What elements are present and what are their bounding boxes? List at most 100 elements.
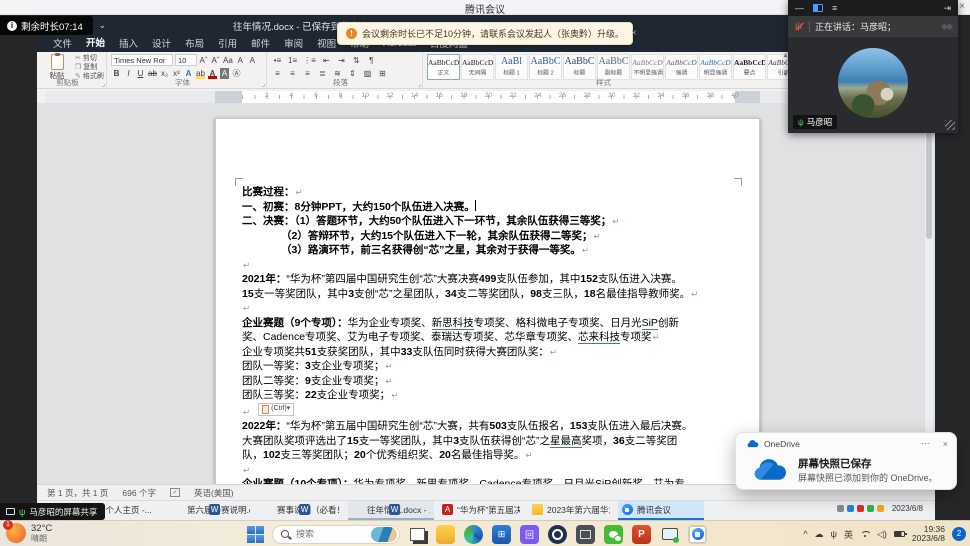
font-name-select[interactable]: Times New Ror: [111, 54, 173, 66]
minimize-icon[interactable]: —: [795, 0, 804, 16]
phonetic-guide-button[interactable]: A: [236, 55, 245, 66]
ribbon-tab-4[interactable]: 布局: [179, 34, 210, 53]
presenter-tray-icon[interactable]: [837, 505, 844, 512]
proofing-icon[interactable]: ✓: [170, 488, 180, 497]
hidden-icons-chevron[interactable]: ^: [803, 529, 807, 539]
presenter-taskbar-item-2[interactable]: W赛事说明（必看！...: [258, 501, 344, 520]
purple-taskbar-icon[interactable]: 回: [520, 525, 539, 544]
paragraph-dialog-launcher[interactable]: ⌟: [418, 80, 421, 88]
ribbon-tab-5[interactable]: 引用: [212, 34, 243, 53]
weather-widget[interactable]: 1 32°C 晴朗: [6, 523, 52, 543]
presenter-taskbar-item-6[interactable]: 腾讯会议: [618, 501, 704, 520]
document-text[interactable]: 比赛过程：↵一、初赛：8分钟PPT，大约150个队伍进入决赛。二、决赛：（1）答…: [242, 185, 739, 484]
grow-font-button[interactable]: Aˆ: [199, 55, 208, 66]
presenter-taskbar-item-5[interactable]: 2023年第六届华为...: [528, 501, 614, 520]
folder-icon: [532, 504, 543, 515]
ribbon-tab-2[interactable]: 插入: [113, 34, 144, 53]
qat-dropdown-icon[interactable]: ⌄: [99, 18, 107, 32]
layout-icon[interactable]: [813, 4, 823, 12]
input-language[interactable]: 英: [844, 528, 853, 541]
wifi-icon[interactable]: [860, 531, 870, 538]
ruler-number: 20: [485, 92, 492, 99]
mic-tray-icon[interactable]: ψ: [831, 529, 837, 539]
presenter-tray-icon[interactable]: [857, 505, 864, 512]
increase-indent-button[interactable]: ⇥: [337, 55, 346, 66]
banner-close-icon[interactable]: ×: [631, 28, 637, 39]
speaking-label: 正在讲话：马彦昭；: [815, 20, 896, 33]
system-tray: ^ ☁ ψ 英 ◁) 19:36 2023/6/8 2: [803, 521, 966, 546]
onedrive-toast[interactable]: OneDrive ⋯ × 屏幕快照已保存 屏幕快照已添加到你的 OneDrive…: [735, 432, 957, 490]
search-box[interactable]: [272, 525, 400, 544]
pilcrow-mark: ↵: [594, 231, 601, 241]
presenter-taskbar-item-1[interactable]: W第六届参赛说明.do...: [168, 501, 254, 520]
doc-line-2: 二、决赛：（1）答题环节，大约50个队伍进入下一环节，其余队伍获得三等奖；↵: [242, 214, 739, 229]
ribbon-tab-1[interactable]: 开始: [80, 33, 111, 54]
presenter-tray-icon[interactable]: [847, 505, 854, 512]
doc-line-13: 团队二等奖：9支企业专项奖；↵: [242, 374, 739, 389]
capture-taskbar-icon[interactable]: [576, 525, 595, 544]
toast-close-icon[interactable]: ×: [943, 439, 948, 449]
taskbar: 1 32°C 晴朗 ⊞回P ^ ☁ ψ 英 ◁) 19:36: [0, 520, 970, 546]
doc-line-8: ↵: [242, 301, 739, 316]
volume-icon[interactable]: ◁): [877, 529, 887, 540]
presenter-taskbar-item-3[interactable]: W往年情况.docx - ...: [348, 501, 434, 520]
show-marks-button[interactable]: ¶: [367, 55, 376, 66]
toast-more-icon[interactable]: ⋯: [921, 438, 930, 449]
font-size-select[interactable]: 10: [175, 54, 197, 66]
clock[interactable]: 19:36 2023/6/8: [912, 525, 945, 543]
ribbon-tab-6[interactable]: 邮件: [245, 34, 276, 53]
ribbon-tab-3[interactable]: 设计: [146, 34, 177, 53]
clipboard-dialog-launcher[interactable]: ⌟: [102, 80, 105, 88]
wechat-taskbar-icon[interactable]: [604, 525, 623, 544]
page-indicator[interactable]: 第 1 页，共 1 页: [47, 487, 108, 499]
font-dialog-launcher[interactable]: ⌟: [262, 80, 265, 88]
clipboard-剪切[interactable]: ✂剪切: [75, 54, 104, 63]
participant-video[interactable]: ψ 马彦昭: [788, 37, 958, 133]
font-group-label: 字体: [107, 77, 258, 88]
presenter-tray-icon[interactable]: [867, 505, 874, 512]
language-indicator[interactable]: 英语(美国): [194, 487, 234, 499]
change-case-button[interactable]: Aa: [223, 55, 233, 66]
sort-button[interactable]: ⇅: [352, 55, 361, 66]
taskview-taskbar-icon[interactable]: [408, 525, 427, 544]
resize-handle[interactable]: [945, 120, 955, 130]
word-count[interactable]: 696 个字: [122, 487, 156, 499]
ribbon-tab-0[interactable]: 文件: [47, 34, 78, 53]
bluedot-taskbar-icon[interactable]: [548, 525, 567, 544]
battery-icon[interactable]: [894, 531, 905, 537]
pilcrow-mark: ↵: [582, 245, 589, 255]
scrollbar-thumb[interactable]: [926, 119, 932, 239]
powerpoint-taskbar-icon[interactable]: P: [632, 525, 651, 544]
meeting-taskbar-icon[interactable]: [688, 525, 707, 544]
ruler-number: 28: [583, 92, 590, 99]
explorer-taskbar-icon[interactable]: [436, 525, 455, 544]
start-button[interactable]: [247, 526, 264, 543]
screenshare-taskbar-icon[interactable]: [660, 525, 679, 544]
screen-share-pill[interactable]: ψ 马彦昭的屏幕共享: [0, 503, 105, 520]
list-icon[interactable]: ≡: [832, 0, 837, 16]
clipboard-复制[interactable]: ❐复制: [75, 63, 104, 72]
store-taskbar-icon[interactable]: ⊞: [492, 525, 511, 544]
exit-fullscreen-icon[interactable]: ⇥: [943, 0, 951, 16]
char-border-button[interactable]: A: [248, 55, 257, 66]
meeting-close-icon[interactable]: ×: [959, 1, 965, 12]
search-box-image: [371, 527, 397, 542]
document-scrollbar[interactable]: ▲: [925, 105, 933, 483]
bullets-button[interactable]: •≡: [273, 55, 282, 66]
decrease-indent-button[interactable]: ⇤: [322, 55, 331, 66]
search-input[interactable]: [294, 528, 366, 540]
presenter-taskbar-item-4[interactable]: A“华为杯”第五届决...: [438, 501, 524, 520]
paste-options-button[interactable]: (Ctrl)▾: [258, 403, 294, 416]
edge-taskbar-icon[interactable]: [464, 525, 483, 544]
shrink-font-button[interactable]: Aˇ: [211, 55, 220, 66]
document-page[interactable]: 比赛过程：↵一、初赛：8分钟PPT，大约150个队伍进入决赛。二、决赛：（1）答…: [215, 118, 760, 484]
ribbon-tab-7[interactable]: 审阅: [278, 34, 309, 53]
info-icon: i: [7, 21, 17, 31]
numbering-button[interactable]: 1≡: [288, 55, 297, 66]
notification-badge[interactable]: 2: [952, 527, 966, 541]
presenter-tray-icon[interactable]: [877, 505, 884, 512]
onedrive-tray-icon[interactable]: ☁: [815, 529, 824, 540]
doc-line-16: 2022年：“华为杯”第五届中国研究生创“芯”大赛，共有503支队伍报名，153…: [242, 419, 739, 434]
multilevel-list-button[interactable]: ⋮≡: [303, 55, 316, 66]
toast-body: 屏幕快照已添加到你的 OneDrive。: [798, 471, 938, 484]
